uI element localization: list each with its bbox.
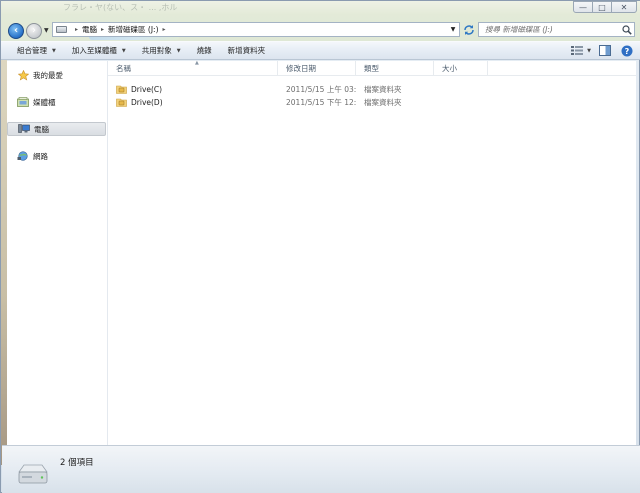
drive-icon: [56, 26, 67, 33]
close-button[interactable]: ✕: [611, 1, 637, 13]
history-dropdown-icon[interactable]: ▼: [44, 27, 49, 34]
sidebar-item-label: 媒體櫃: [33, 97, 56, 107]
forward-arrow-icon: ›: [32, 25, 36, 36]
column-label: 大小: [442, 64, 457, 73]
share-with-label: 共用對象: [141, 46, 172, 55]
sidebar-item-computer[interactable]: 電腦: [7, 122, 106, 136]
organize-label: 組合管理: [17, 46, 47, 55]
sidebar-item-label: 網路: [33, 151, 48, 161]
back-button[interactable]: ‹: [8, 23, 24, 39]
forward-button[interactable]: ›: [26, 23, 42, 39]
search-input[interactable]: [485, 25, 620, 34]
add-to-library-label: 加入至媒體櫃: [71, 46, 117, 55]
details-pane: 2 個項目: [2, 445, 640, 493]
details-view-icon: [571, 46, 584, 55]
share-with-menu[interactable]: 共用對象 ▼: [142, 45, 181, 56]
locked-folder-icon: [116, 84, 127, 94]
column-name[interactable]: 名稱: [108, 61, 278, 76]
navigation-bar: フラレ・ヤ(ない、ス・ ... ,ホル — □ ✕ ‹ › ▼ ▸ 電腦 ▸ 新…: [1, 1, 640, 41]
drive-icon: [18, 464, 48, 484]
help-button[interactable]: ?: [619, 44, 635, 57]
command-bar: 組合管理 ▼ 加入至媒體櫃 ▼ 共用對象 ▼ 燒錄 新增資料夾 ▼ ?: [1, 41, 640, 60]
item-count: 2 個項目: [60, 458, 94, 468]
burn-button[interactable]: 燒錄: [197, 45, 212, 56]
explorer-window: フラレ・ヤ(ない、ス・ ... ,ホル — □ ✕ ‹ › ▼ ▸ 電腦 ▸ 新…: [0, 0, 640, 493]
sidebar-item-label: 電腦: [34, 124, 49, 134]
file-name-cell: Drive(C): [116, 83, 276, 95]
chevron-right-icon[interactable]: ▸: [75, 26, 78, 33]
view-options-button[interactable]: [569, 44, 585, 57]
preview-pane-button[interactable]: [597, 44, 613, 57]
minimize-button[interactable]: —: [573, 1, 593, 13]
refresh-icon: [463, 24, 474, 35]
chevron-down-icon: ▼: [176, 47, 181, 54]
window-controls: — □ ✕: [573, 1, 637, 13]
address-bar[interactable]: ▸ 電腦 ▸ 新增磁碟區 (J:) ▸ ▼: [52, 22, 460, 37]
locked-folder-icon: [116, 97, 127, 107]
chevron-down-icon[interactable]: ▼: [587, 48, 591, 54]
file-type: 檔案資料夾: [364, 84, 402, 94]
file-list: ▲ 名稱 修改日期 類型 大小 Drive(C) 2011/5/15 上午 03…: [108, 60, 636, 445]
file-name: Drive(D): [131, 97, 163, 107]
chevron-right-icon[interactable]: ▸: [101, 26, 104, 33]
burn-label: 燒錄: [196, 46, 212, 55]
chevron-down-icon: ▼: [52, 47, 56, 54]
view-controls: ▼ ?: [563, 44, 640, 57]
back-arrow-icon: ‹: [13, 25, 19, 36]
window-title: フラレ・ヤ(ない、ス・ ... ,ホル: [63, 3, 178, 12]
network-icon: [17, 151, 29, 162]
new-folder-label: 新增資料夾: [227, 46, 266, 55]
star-icon: [17, 69, 29, 81]
file-name: Drive(C): [131, 84, 163, 94]
sidebar-item-network[interactable]: 網路: [7, 149, 106, 163]
help-icon: ?: [621, 45, 633, 56]
refresh-button[interactable]: [462, 23, 475, 36]
search-icon[interactable]: [620, 23, 634, 36]
column-label: 修改日期: [286, 64, 316, 73]
breadcrumb-computer[interactable]: 電腦: [82, 24, 97, 35]
column-label: 類型: [364, 64, 379, 73]
preview-pane-icon: [599, 45, 611, 56]
column-label: 名稱: [116, 64, 131, 73]
sidebar-item-favorites[interactable]: 我的最愛: [7, 68, 106, 82]
table-row[interactable]: Drive(C) 2011/5/15 上午 03:... 檔案資料夾: [108, 83, 636, 95]
add-to-library-menu[interactable]: 加入至媒體櫃 ▼: [72, 45, 126, 56]
library-icon: [17, 97, 29, 108]
date-modified: 2011/5/15 上午 03:...: [286, 84, 356, 94]
organize-menu[interactable]: 組合管理 ▼: [17, 45, 56, 56]
search-box[interactable]: [478, 22, 635, 37]
column-header: ▲ 名稱 修改日期 類型 大小: [108, 60, 636, 76]
column-date-modified[interactable]: 修改日期: [278, 61, 356, 76]
column-size[interactable]: 大小: [434, 61, 488, 76]
file-name-cell: Drive(D): [116, 96, 276, 108]
computer-icon: [18, 124, 30, 135]
date-modified: 2011/5/15 下午 12:...: [286, 97, 356, 107]
column-type[interactable]: 類型: [356, 61, 434, 76]
maximize-button[interactable]: □: [592, 1, 612, 13]
sidebar-item-label: 我的最愛: [33, 70, 63, 80]
sidebar-item-libraries[interactable]: 媒體櫃: [7, 95, 106, 109]
address-dropdown-icon[interactable]: ▼: [447, 23, 459, 36]
navigation-pane: 我的最愛 媒體櫃 電腦 網路: [7, 61, 108, 445]
new-folder-button[interactable]: 新增資料夾: [228, 45, 266, 56]
breadcrumb-volume[interactable]: 新增磁碟區 (J:): [108, 24, 158, 35]
table-row[interactable]: Drive(D) 2011/5/15 下午 12:... 檔案資料夾: [108, 96, 636, 108]
chevron-right-icon[interactable]: ▸: [163, 26, 166, 33]
svg-text:?: ?: [625, 47, 630, 56]
chevron-down-icon: ▼: [121, 47, 126, 54]
file-type: 檔案資料夾: [364, 97, 402, 107]
